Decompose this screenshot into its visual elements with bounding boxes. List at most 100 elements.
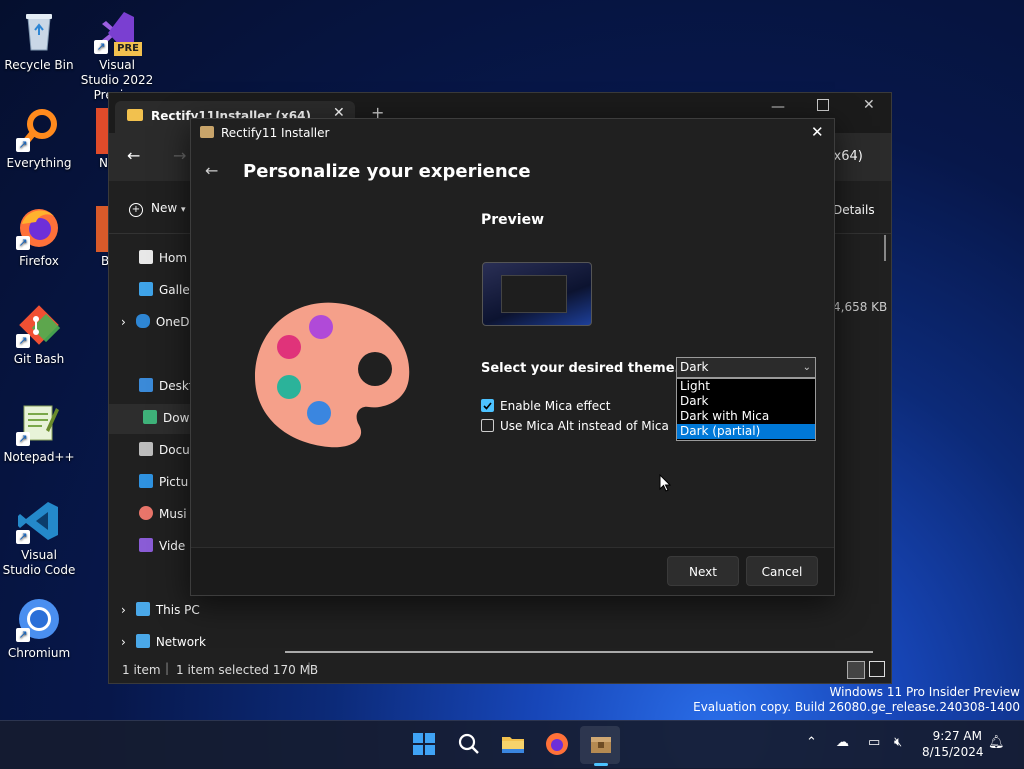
nav-label: Dow — [163, 411, 190, 425]
mica-alt-label[interactable]: Use Mica Alt instead of Mica — [500, 419, 669, 433]
nav-item-pictures[interactable]: Pictu — [139, 474, 188, 489]
clock-date[interactable]: 8/15/2024 — [922, 745, 984, 759]
maximize-button[interactable] — [817, 99, 829, 111]
start-button[interactable] — [411, 731, 437, 757]
scrollbar[interactable] — [884, 235, 886, 261]
back-arrow-icon[interactable]: ← — [205, 161, 218, 180]
details-button[interactable]: Details — [833, 203, 875, 217]
installer-box-icon — [591, 737, 611, 753]
file-size: 4,658 KB — [833, 300, 888, 314]
notification-bell-icon[interactable]: 🔔︎ — [988, 735, 1005, 750]
enable-mica-checkbox[interactable] — [481, 399, 494, 412]
new-label: New — [151, 201, 178, 215]
desktop-icon-git-bash[interactable]: ↗ Git Bash — [1, 302, 77, 367]
search-button[interactable] — [456, 731, 482, 757]
folder-icon — [127, 109, 143, 121]
shortcut-arrow-icon: ↗ — [16, 138, 30, 152]
status-bar: 1 item | 1 item selected 170 MB | — [109, 655, 891, 683]
show-hidden-icons-chevron-icon[interactable]: ⌃ — [806, 735, 817, 750]
theme-option-dark[interactable]: Dark — [677, 394, 815, 409]
preview-badge: PRE — [114, 42, 142, 56]
enable-mica-label[interactable]: Enable Mica effect — [500, 399, 610, 413]
forward-arrow-icon[interactable]: → — [173, 146, 186, 165]
desktop-icon-vscode[interactable]: ↗ Visual Studio Code — [1, 498, 77, 578]
shortcut-arrow-icon: ↗ — [16, 432, 30, 446]
desktop-icon-label: Chromium — [7, 646, 71, 660]
chevron-down-icon: ▾ — [181, 205, 186, 215]
shortcut-arrow-icon: ↗ — [94, 40, 108, 54]
gallery-icon — [139, 282, 153, 296]
nav-item-documents[interactable]: Docu — [139, 442, 190, 457]
desktop-folder-icon — [139, 378, 153, 392]
cloud-offline-icon[interactable]: ☁ — [836, 735, 849, 750]
nav-label: Hom — [159, 251, 188, 265]
new-button[interactable]: + New ▾ — [129, 201, 186, 217]
desktop-icon-chromium[interactable]: ↗ Chromium — [1, 596, 77, 661]
taskbar-firefox[interactable] — [544, 731, 570, 757]
download-icon — [143, 410, 157, 424]
visual-studio-icon: PRE ↗ — [94, 8, 142, 56]
taskbar: ⌃ ☁ ▭ 🔇︎ 9:27 AM 8/15/2024 🔔︎ — [0, 720, 1024, 769]
theme-select-value: Dark — [680, 360, 709, 374]
desktop-icon-label: Git Bash — [13, 352, 65, 366]
nav-label: OneD — [155, 315, 190, 329]
dialog-title: Rectify11 Installer — [221, 126, 330, 140]
clock-time[interactable]: 9:27 AM — [932, 729, 982, 743]
nav-label: Musi — [159, 507, 187, 521]
network-icon — [135, 634, 150, 648]
shortcut-arrow-icon: ↗ — [16, 628, 30, 642]
preview-label: Preview — [481, 212, 545, 228]
nav-item-desktop[interactable]: Deskt — [139, 378, 194, 393]
theme-option-dark-mica[interactable]: Dark with Mica — [677, 409, 815, 424]
computer-icon — [135, 602, 150, 616]
page-heading: Personalize your experience — [243, 161, 531, 182]
nav-item-gallery[interactable]: Galle — [139, 282, 190, 297]
details-view-button[interactable] — [847, 661, 865, 679]
minimize-button[interactable]: — — [771, 99, 785, 115]
desktop-icon-notepad-plus-plus[interactable]: ↗ Notepad++ — [1, 400, 77, 465]
plus-circle-icon: + — [129, 203, 143, 217]
nav-item-music[interactable]: Musi — [139, 506, 187, 521]
chevron-right-icon: › — [121, 315, 126, 329]
tiles-view-button[interactable] — [869, 661, 885, 677]
volume-muted-icon[interactable]: 🔇︎ — [894, 735, 902, 750]
theme-option-dark-partial[interactable]: Dark (partial) — [677, 424, 815, 439]
status-selection: 1 item selected 170 MB — [176, 663, 319, 677]
palette-illustration — [251, 297, 413, 449]
home-icon — [139, 250, 153, 264]
nav-item-onedrive[interactable]: › OneD — [121, 314, 190, 329]
theme-select[interactable]: Dark ⌄ — [676, 357, 816, 378]
mouse-cursor-icon — [659, 474, 671, 492]
desktop-icon-visual-studio-preview[interactable]: PRE ↗ Visual Studio 2022 Preview — [79, 8, 155, 103]
theme-option-light[interactable]: Light — [677, 379, 815, 394]
nav-item-this-pc[interactable]: › This PC — [121, 602, 200, 617]
horizontal-scrollbar[interactable] — [285, 651, 873, 653]
cancel-button[interactable]: Cancel — [746, 556, 818, 586]
desktop-icon-label: Everything — [6, 156, 72, 170]
vscode-icon: ↗ — [16, 498, 62, 544]
desktop-icon-partial — [96, 108, 108, 154]
back-arrow-icon[interactable]: ← — [127, 146, 140, 165]
nav-item-home[interactable]: Hom — [139, 250, 187, 265]
close-icon[interactable]: ✕ — [811, 123, 824, 141]
chromium-icon: ↗ — [16, 596, 62, 642]
next-button[interactable]: Next — [667, 556, 739, 586]
status-divider: | — [165, 661, 170, 675]
desktop-icon-recycle-bin[interactable]: Recycle Bin — [1, 8, 77, 73]
desktop-icon-label-partial: N — [99, 156, 108, 170]
network-icon[interactable]: ▭ — [868, 735, 880, 750]
desktop-icon-everything[interactable]: ↗ Everything — [1, 106, 77, 171]
shortcut-arrow-icon: ↗ — [16, 530, 30, 544]
shortcut-arrow-icon: ↗ — [16, 334, 30, 348]
nav-item-network[interactable]: › Network — [121, 634, 206, 649]
taskbar-rectify11-installer[interactable] — [588, 731, 614, 757]
mica-alt-checkbox[interactable] — [481, 419, 494, 432]
desktop-icon-firefox[interactable]: ↗ Firefox — [1, 204, 77, 269]
watermark-line-2: Evaluation copy. Build 26080.ge_release.… — [693, 700, 1020, 714]
cloud-icon — [135, 314, 150, 328]
nav-label: Deskt — [159, 379, 194, 393]
nav-item-videos[interactable]: Vide — [139, 538, 185, 553]
nav-label: This PC — [155, 603, 200, 617]
taskbar-file-explorer[interactable] — [500, 731, 526, 757]
close-window-button[interactable]: ✕ — [863, 97, 875, 113]
